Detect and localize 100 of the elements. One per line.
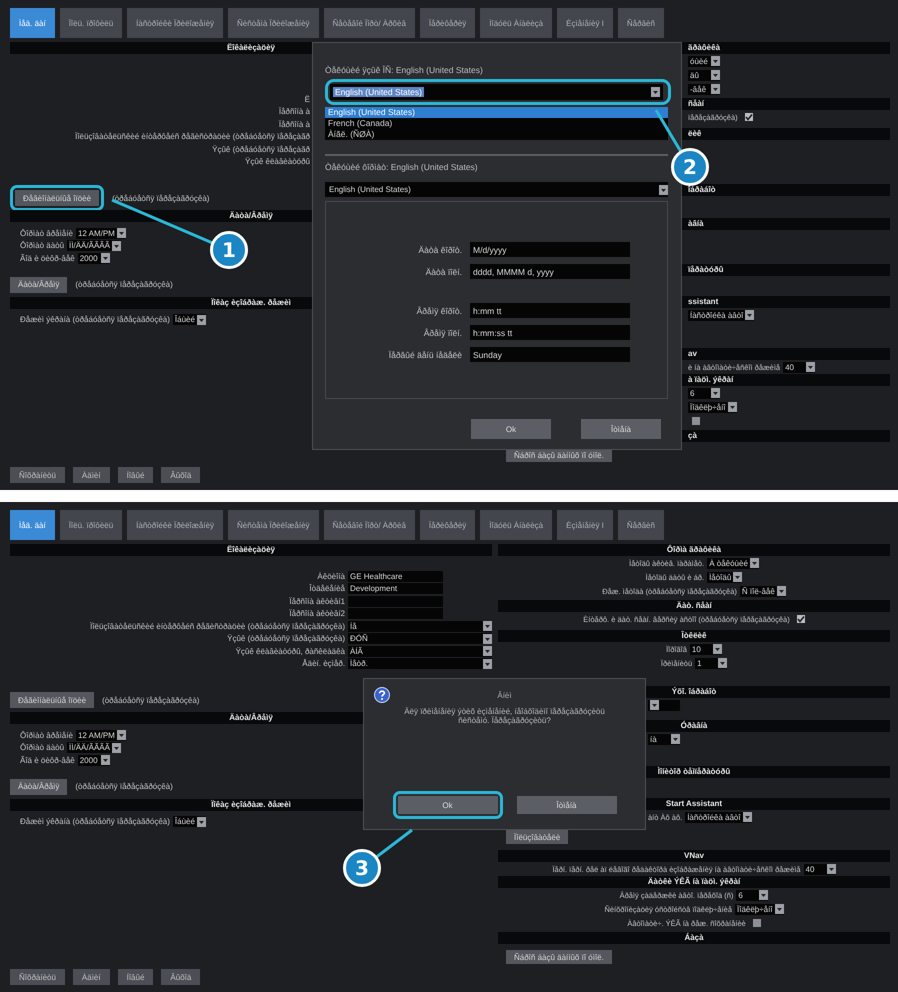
dropdown[interactable]: ÌÌ/ÄÄ/ÃÃÃÃ <box>67 240 121 252</box>
settings-button[interactable]: Ðåãèîíàëüíûå îïöèè <box>15 190 100 206</box>
dropdown[interactable]: 10 <box>690 644 722 654</box>
tab[interactable]: Ïåðèôåðèÿ <box>420 8 476 38</box>
footer-button[interactable]: Íîâûé <box>118 969 154 985</box>
input-field[interactable]: Sunday <box>470 347 630 362</box>
input-field[interactable]: Development <box>348 583 443 594</box>
dialog-button[interactable]: Ok <box>471 419 551 439</box>
dropdown[interactable]: 40 <box>783 362 816 372</box>
question-icon <box>374 687 390 703</box>
dropdown[interactable]: 1 <box>695 658 728 668</box>
settings-button[interactable]: Äàòà/Âðåìÿ <box>10 276 68 292</box>
tab[interactable]: Ïîëü. ïðîôèëü <box>60 510 122 540</box>
dropdown[interactable]: 40 <box>804 864 836 874</box>
dropdown[interactable]: ÐÓÑ <box>348 633 492 644</box>
tab[interactable]: Íàñòðîéêè Ïðèëîæåíèÿ <box>127 510 224 540</box>
dropdown[interactable]: 2000 <box>78 754 110 766</box>
dropdown[interactable]: 12 AM/PM <box>76 730 126 741</box>
settings-button[interactable]: Ðåãèîíàëüíûå îïöèè <box>10 692 94 708</box>
tab[interactable]: Ìîäóëü Àíàëèçà <box>480 8 552 38</box>
dropdown[interactable]: 6 <box>736 890 768 900</box>
tab[interactable]: Ñåòåâîé Ïîðò/ Àðõèâ <box>324 510 415 540</box>
setting-label: Âðåìÿ êîðîò. <box>416 306 462 316</box>
dropdown[interactable]: Íàñòðîéêà àâòî <box>685 812 752 822</box>
section-header: Äàòêè ÝÊÃ íà ïàöì. ýêðàí <box>498 876 890 888</box>
tab[interactable]: Ñåòåâîé Ïîðò/ Àðõèâ <box>324 8 415 38</box>
dialog-button[interactable]: Ok <box>398 796 498 814</box>
dropdown[interactable]: Îáùèé <box>172 816 206 828</box>
dropdown[interactable]: 12 AM/PM <box>76 228 126 239</box>
dropdown[interactable]: Ïîäêëþ÷åíî <box>735 904 784 914</box>
dropdown[interactable]: Ïîäêëþ÷åíî <box>688 402 737 412</box>
setting-label: Ïåðñîíà à <box>278 107 310 116</box>
dropdown[interactable]: ÌÌ/ÄÄ/ÃÃÃÃ <box>67 742 121 754</box>
dropdown[interactable]: -âåê <box>688 84 720 94</box>
checkbox[interactable] <box>796 615 805 623</box>
tab[interactable]: Èçìåíåíèÿ I <box>557 510 613 540</box>
input-field[interactable]: h:mm:ss tt <box>470 325 630 340</box>
dropdown-option[interactable]: English (United States) <box>325 107 668 118</box>
dropdown[interactable]: Ìåòîäû <box>707 572 742 582</box>
dropdown[interactable]: Íàñòðîéêà àâòî <box>688 310 754 320</box>
footer-button[interactable]: Ñîõðàíèòü <box>10 969 65 985</box>
setting-label: Ãîä è öèôð-âåê <box>20 756 75 765</box>
dropdown[interactable]: À òåêóùèé <box>707 558 759 568</box>
dropdown[interactable]: Îáùèé <box>172 314 206 326</box>
input-field[interactable]: dddd, MMMM d, yyyy <box>470 264 630 279</box>
input-field[interactable]: GE Healthcare <box>348 570 443 582</box>
tab[interactable]: Ñåðâèñ <box>618 510 664 540</box>
input-field[interactable]: h:mm tt <box>470 303 630 318</box>
input-field[interactable] <box>348 608 443 620</box>
setting-label: Àêöèîíà <box>316 572 345 581</box>
tab[interactable]: Ìîäóëü Àíàëèçà <box>480 510 552 540</box>
dropdown[interactable]: English (United States) <box>325 182 668 197</box>
dropdown[interactable]: Íå <box>348 620 492 632</box>
dropdown[interactable]: Ìåòð. <box>348 658 492 670</box>
footer-button[interactable]: Âûõîä <box>161 467 200 483</box>
dialog-button[interactable]: Îòìåíà <box>581 419 661 439</box>
setting-label: Ðåæèì ýêðàíà (òðåáóåòñÿ ïåðåçàãðóçêà) <box>20 817 170 826</box>
dropdown[interactable]: ÀÍÃ <box>348 646 492 657</box>
footer-button[interactable]: Íîâûé <box>118 467 154 483</box>
tab[interactable]: Èçìåíåíèÿ I <box>557 8 613 38</box>
checkbox[interactable] <box>744 113 753 121</box>
tab[interactable]: Íàñòðîéêè Ïðèëîæåíèÿ <box>127 8 224 38</box>
input-field[interactable] <box>348 596 443 607</box>
checkbox[interactable] <box>752 919 761 927</box>
dialog-button[interactable]: Îòìåíà <box>516 796 616 814</box>
dropdown[interactable]: 2000 <box>78 252 110 264</box>
tab[interactable]: Ñèñòåìà Ïðèëîæåíèÿ <box>228 510 319 540</box>
settings-button[interactable]: Ñáðîñ áàçû äàííûõ ïî óìîë. <box>506 950 612 964</box>
footer-button[interactable]: Àäìèí <box>72 969 110 985</box>
dialog-label: Òåêóùèé ÿçûê ÎÑ: English (United States) <box>325 65 484 75</box>
tab[interactable]: Ñåðâèñ <box>618 8 664 38</box>
tab[interactable]: Ìåä. äàí <box>10 510 55 540</box>
setting-label: Ÿçûê (òðåáóåòñÿ ïåðåçàãð <box>211 144 310 154</box>
footer-button[interactable]: Àäìèí <box>72 467 110 483</box>
setting-label: Ÿçûê (òðåáóåòñÿ ïåðåçàãðóçêà) <box>226 634 345 644</box>
dropdown[interactable]: óùèé <box>688 56 720 66</box>
setting-label: Ôîðìàò âðåìåíè <box>20 730 73 740</box>
settings-button[interactable]: Ïîëüçîâàòåëè <box>506 830 568 844</box>
dropdown[interactable]: íà <box>648 734 680 744</box>
dropdown[interactable]: äû <box>688 70 720 80</box>
dropdown[interactable] <box>648 700 680 710</box>
section-header: Ôîðìà ãðàôèêà <box>498 544 890 556</box>
tab[interactable]: Ñèñòåìà Ïðèëîæåíèÿ <box>228 8 319 38</box>
tab[interactable]: Ïåðèôåðèÿ <box>420 510 476 540</box>
tab[interactable]: Ìåä. äàí <box>10 8 55 38</box>
dropdown-option[interactable]: French (Canada) <box>325 118 668 129</box>
footer-button[interactable]: Ñîõðàíèòü <box>10 467 65 483</box>
settings-button[interactable]: Äàòà/Âðåìÿ <box>10 778 68 794</box>
input-field[interactable]: M/d/yyyy <box>470 242 630 257</box>
section-header: Äàò. ñåàí <box>498 600 890 612</box>
setting-label: Ôîðìàò âðåìåíè <box>20 228 73 238</box>
dropdown[interactable]: English (United States) <box>330 84 663 100</box>
dropdown[interactable]: 6 <box>688 388 720 398</box>
tab[interactable]: Ïîëü. ïðîôèëü <box>60 8 122 38</box>
dropdown[interactable]: Ñ ïîë-âåê <box>740 586 786 596</box>
footer-button[interactable]: Âûõîä <box>161 969 200 985</box>
dialog-title: Âíèì <box>496 690 513 700</box>
checkbox[interactable] <box>692 417 700 425</box>
setting-label: Ÿçûê êëàâèàòóðû <box>244 157 310 166</box>
setting-label: Ãîä è öèôð-âåê <box>20 254 75 263</box>
